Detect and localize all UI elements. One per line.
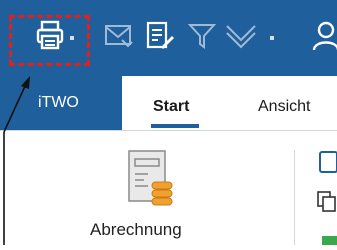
tab-ansicht[interactable]: Ansicht: [258, 98, 310, 116]
filter-icon[interactable]: [188, 22, 216, 50]
tab-start-label: Start: [153, 98, 190, 115]
chevron-double-down-icon[interactable]: [225, 22, 259, 50]
billing-icon[interactable]: [128, 150, 174, 213]
tab-itwo[interactable]: iTWO: [0, 76, 122, 130]
tab-itwo-label: iTWO: [38, 94, 79, 111]
copy-icon[interactable]: [316, 190, 337, 219]
selection-highlight: [9, 15, 90, 66]
tab-ansicht-label: Ansicht: [258, 98, 311, 115]
dropdown-arrow-icon[interactable]: [268, 34, 276, 42]
document-edit-icon[interactable]: [145, 21, 175, 51]
ribbon-group-divider: [294, 150, 295, 245]
title-bar: [0, 0, 337, 76]
mail-icon[interactable]: [104, 22, 134, 50]
user-icon[interactable]: [312, 20, 337, 52]
tab-start[interactable]: Start: [153, 98, 189, 116]
green-icon[interactable]: [320, 232, 337, 250]
abrechnung-label: Abrechnung: [90, 220, 182, 239]
tab-start-selected-indicator: [151, 124, 199, 128]
document-icon[interactable]: [318, 150, 337, 179]
